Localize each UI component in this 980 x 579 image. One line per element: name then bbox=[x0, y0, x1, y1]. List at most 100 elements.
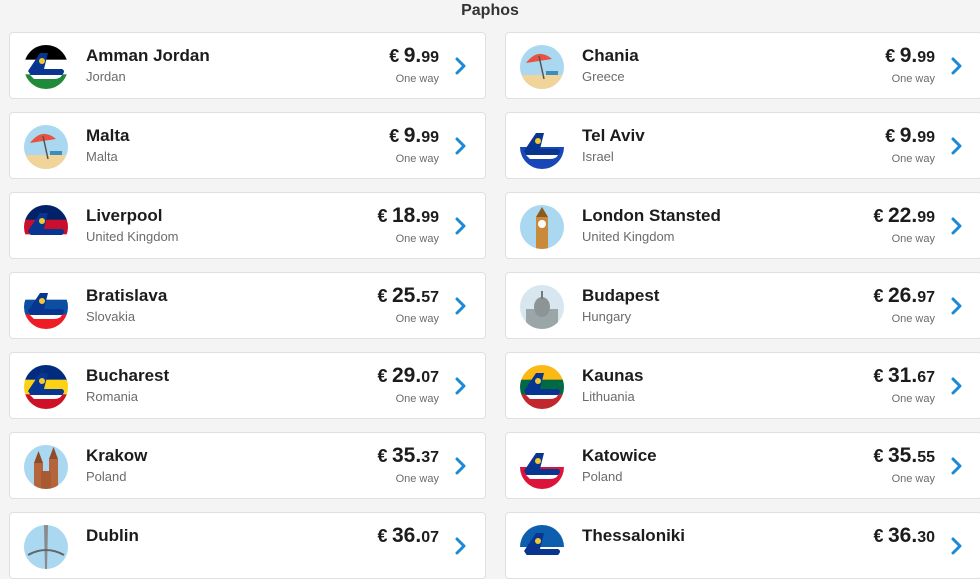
price-integer: 35. bbox=[888, 444, 918, 467]
destination-card[interactable]: Bucharest Romania € 29.07 One way bbox=[9, 352, 486, 419]
destination-country: Israel bbox=[582, 149, 614, 164]
fare-price: € 9.99 bbox=[885, 124, 935, 148]
chevron-right-icon[interactable] bbox=[949, 536, 965, 556]
chevron-right-icon[interactable] bbox=[453, 136, 469, 156]
destination-country: United Kingdom bbox=[86, 229, 179, 244]
chevron-right-icon[interactable] bbox=[949, 296, 965, 316]
fare-type-label: One way bbox=[891, 233, 935, 245]
currency-symbol: € bbox=[873, 446, 884, 466]
big-ben-icon bbox=[520, 205, 564, 249]
beach-umbrella-icon bbox=[24, 125, 68, 169]
currency-symbol: € bbox=[885, 46, 896, 66]
currency-symbol: € bbox=[873, 526, 884, 546]
price-decimals: 99 bbox=[917, 209, 935, 226]
plane-flag-greece-icon bbox=[520, 525, 564, 569]
destination-card[interactable]: Tel Aviv Israel € 9.99 One way bbox=[505, 112, 980, 179]
currency-symbol: € bbox=[873, 206, 884, 226]
fare-type-label: One way bbox=[395, 313, 439, 325]
destination-country: United Kingdom bbox=[582, 229, 675, 244]
destination-country: Poland bbox=[86, 469, 127, 484]
chevron-right-icon[interactable] bbox=[453, 456, 469, 476]
price-decimals: 99 bbox=[917, 49, 935, 66]
chevron-right-icon[interactable] bbox=[949, 136, 965, 156]
destination-country: Slovakia bbox=[86, 309, 136, 324]
destination-card[interactable]: Krakow Poland € 35.37 One way bbox=[9, 432, 486, 499]
chevron-right-icon[interactable] bbox=[453, 296, 469, 316]
destination-city: Krakow bbox=[86, 446, 148, 465]
fare-price: € 25.57 bbox=[378, 284, 439, 308]
destination-card[interactable]: London Stansted United Kingdom € 22.99 One … bbox=[505, 192, 980, 259]
destination-city: Malta bbox=[86, 126, 130, 145]
price-integer: 9. bbox=[403, 124, 422, 147]
price-integer: 29. bbox=[392, 364, 422, 387]
destination-card[interactable]: Amman Jordan Jordan € 9.99 One way bbox=[9, 32, 486, 99]
currency-symbol: € bbox=[885, 126, 896, 146]
destination-country: Lithuania bbox=[582, 389, 635, 404]
destination-card[interactable]: Thessaloniki € 36.30 bbox=[505, 512, 980, 579]
price-decimals: 67 bbox=[917, 369, 935, 386]
chevron-right-icon[interactable] bbox=[453, 56, 469, 76]
destination-card[interactable]: Chania Greece € 9.99 One way bbox=[505, 32, 980, 99]
chevron-right-icon[interactable] bbox=[949, 56, 965, 76]
destination-city: Bratislava bbox=[86, 286, 168, 305]
beach-umbrella-icon bbox=[520, 45, 564, 89]
destination-card[interactable]: Kaunas Lithuania € 31.67 One way bbox=[505, 352, 980, 419]
destination-card[interactable]: Dublin € 36.07 bbox=[9, 512, 486, 579]
price-integer: 18. bbox=[392, 204, 422, 227]
fare-price: € 35.37 bbox=[378, 444, 439, 468]
plane-flag-poland-icon bbox=[520, 445, 564, 489]
destination-country: Malta bbox=[86, 149, 118, 164]
plane-flag-romania-icon bbox=[24, 365, 68, 409]
destination-city: Katowice bbox=[582, 446, 657, 465]
price-integer: 9. bbox=[403, 44, 422, 67]
destination-card[interactable]: Malta Malta € 9.99 One way bbox=[9, 112, 486, 179]
fare-type-label: One way bbox=[891, 73, 935, 85]
price-decimals: 99 bbox=[421, 49, 439, 66]
fare-price: € 9.99 bbox=[389, 124, 439, 148]
price-decimals: 37 bbox=[421, 449, 439, 466]
price-decimals: 97 bbox=[917, 289, 935, 306]
chevron-right-icon[interactable] bbox=[453, 216, 469, 236]
fare-type-label: One way bbox=[891, 153, 935, 165]
fare-type-label: One way bbox=[891, 473, 935, 485]
fare-type-label: One way bbox=[395, 153, 439, 165]
chevron-right-icon[interactable] bbox=[453, 376, 469, 396]
parliament-icon bbox=[520, 285, 564, 329]
fare-type-label: One way bbox=[891, 393, 935, 405]
chevron-right-icon[interactable] bbox=[949, 216, 965, 236]
price-integer: 9. bbox=[899, 44, 918, 67]
currency-symbol: € bbox=[377, 206, 388, 226]
destination-card[interactable]: Budapest Hungary € 26.97 One way bbox=[505, 272, 980, 339]
chevron-right-icon[interactable] bbox=[453, 536, 469, 556]
currency-symbol: € bbox=[377, 366, 388, 386]
chevron-right-icon[interactable] bbox=[949, 456, 965, 476]
currency-symbol: € bbox=[377, 286, 388, 306]
fare-price: € 29.07 bbox=[378, 364, 439, 388]
price-decimals: 30 bbox=[917, 529, 935, 546]
currency-symbol: € bbox=[389, 46, 400, 66]
currency-symbol: € bbox=[873, 286, 884, 306]
plane-flag-lithuania-icon bbox=[520, 365, 564, 409]
destination-city: Kaunas bbox=[582, 366, 644, 385]
currency-symbol: € bbox=[377, 526, 388, 546]
price-decimals: 55 bbox=[917, 449, 935, 466]
destination-city: Bucharest bbox=[86, 366, 170, 385]
spire-icon bbox=[24, 525, 68, 569]
destination-card[interactable]: Liverpool United Kingdom € 18.99 One way bbox=[9, 192, 486, 259]
plane-flag-slovakia-icon bbox=[24, 285, 68, 329]
fare-price: € 22.99 bbox=[874, 204, 935, 228]
destination-city: London Stansted bbox=[582, 206, 721, 225]
destination-card[interactable]: Katowice Poland € 35.55 One way bbox=[505, 432, 980, 499]
currency-symbol: € bbox=[389, 126, 400, 146]
fare-type-label: One way bbox=[395, 233, 439, 245]
fare-price: € 36.07 bbox=[378, 524, 439, 548]
price-decimals: 99 bbox=[421, 209, 439, 226]
price-decimals: 07 bbox=[421, 529, 439, 546]
price-integer: 36. bbox=[888, 524, 918, 547]
currency-symbol: € bbox=[377, 446, 388, 466]
fare-price: € 36.30 bbox=[874, 524, 935, 548]
destination-city: Budapest bbox=[582, 286, 660, 305]
destination-card[interactable]: Bratislava Slovakia € 25.57 One way bbox=[9, 272, 486, 339]
chevron-right-icon[interactable] bbox=[949, 376, 965, 396]
fare-type-label: One way bbox=[891, 313, 935, 325]
